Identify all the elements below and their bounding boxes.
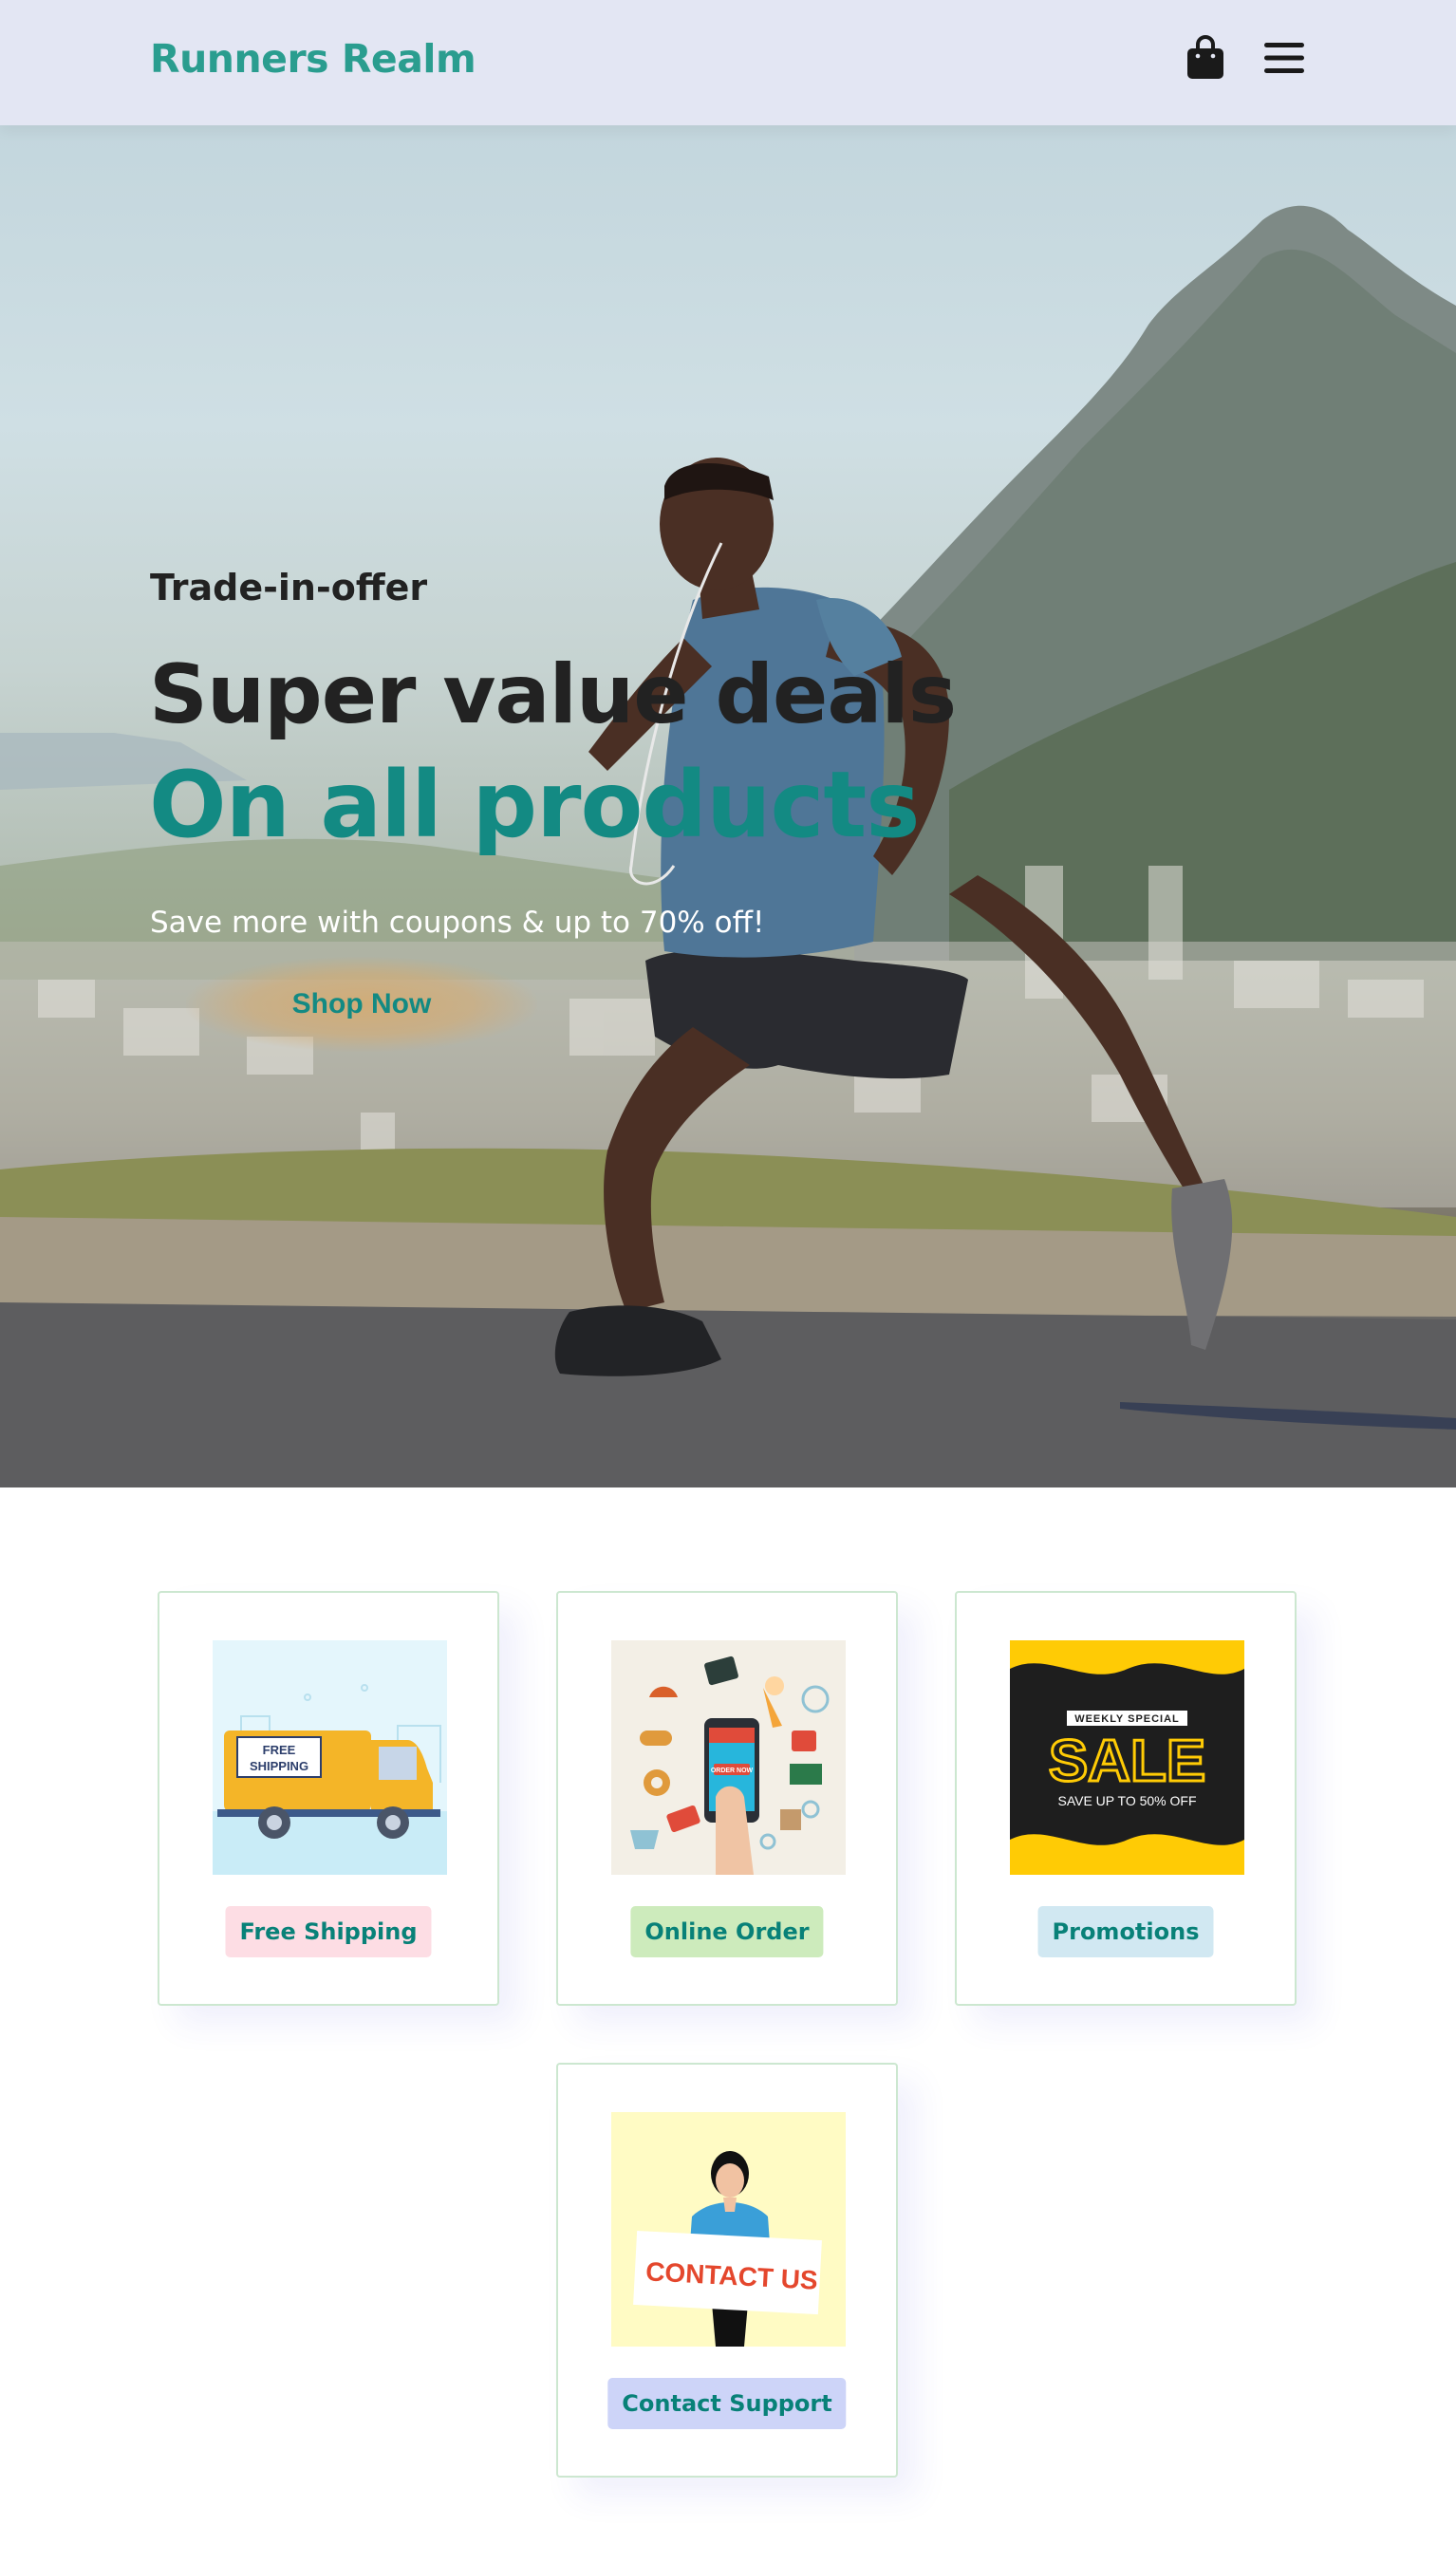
feature-card-contact-support[interactable]: CONTACT US Contact Support — [556, 2063, 898, 2478]
feature-label-online-order: Online Order — [630, 1906, 824, 1957]
site-logo[interactable]: Runners Realm — [150, 34, 476, 84]
save-up-text: SAVE UP TO 50% OFF — [1057, 1793, 1196, 1808]
weekly-special-text: WEEKLY SPECIAL — [1074, 1713, 1180, 1725]
mobile-order-icon: ORDER NOW — [611, 1640, 846, 1875]
feature-label-contact-support: Contact Support — [607, 2378, 847, 2429]
shop-now-button[interactable]: Shop Now — [186, 957, 537, 1052]
shopping-bag-icon[interactable] — [1183, 32, 1228, 84]
sale-tag-icon: WEEKLY SPECIAL SALE SAVE UP TO 50% OFF — [1010, 1640, 1244, 1875]
hero-section: Trade-in-offer Super value deals On all … — [0, 125, 1456, 1487]
order-now-text: ORDER NOW — [711, 1768, 754, 1774]
truck-text-free: FREE — [263, 1743, 296, 1757]
feature-label-free-shipping: Free Shipping — [225, 1906, 432, 1957]
feature-label-promotions: Promotions — [1037, 1906, 1214, 1957]
top-navbar: Runners Realm — [0, 0, 1456, 125]
hero-title-line2: On all products — [149, 752, 920, 858]
truck-text-shipping: SHIPPING — [250, 1759, 308, 1773]
hero-title-line1: Super value deals — [149, 647, 957, 742]
feature-card-online-order[interactable]: ORDER NOW Online Order — [556, 1591, 898, 2006]
contact-us-icon: CONTACT US — [611, 2112, 846, 2347]
hero-subtitle: Trade-in-offer — [150, 567, 428, 608]
feature-card-free-shipping[interactable]: FREE SHIPPING Free Shipping — [158, 1591, 499, 2006]
delivery-truck-icon: FREE SHIPPING — [213, 1640, 447, 1875]
sale-text: SALE — [1049, 1729, 1205, 1794]
hero-description: Save more with coupons & up to 70% off! — [150, 906, 765, 940]
hamburger-menu-icon[interactable] — [1261, 32, 1307, 84]
feature-card-promotions[interactable]: WEEKLY SPECIAL SALE SAVE UP TO 50% OFF P… — [955, 1591, 1297, 2006]
